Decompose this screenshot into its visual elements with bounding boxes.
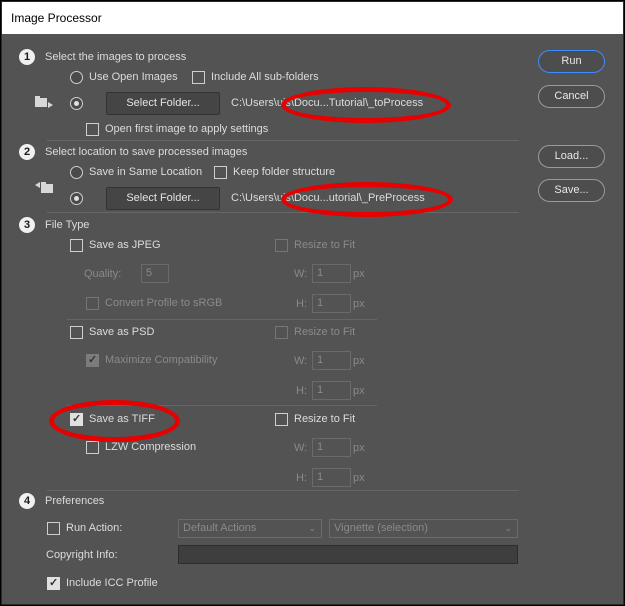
lzw-compression-checkbox[interactable]: [86, 441, 99, 454]
section-3-number: 3: [19, 217, 35, 233]
run-action-checkbox[interactable]: [47, 522, 60, 535]
folder-destination-icon: [35, 182, 53, 193]
psd-resize-to-fit-label: Resize to Fit: [294, 326, 356, 338]
convert-profile-label: Convert Profile to sRGB: [105, 297, 223, 309]
jpeg-quality-input[interactable]: 5: [141, 264, 169, 283]
run-button[interactable]: Run: [538, 50, 605, 73]
section-2-heading: Select location to save processed images: [45, 146, 248, 158]
lzw-compression-label: LZW Compression: [105, 441, 197, 453]
keep-folder-structure-label: Keep folder structure: [233, 166, 336, 178]
psd-width-input[interactable]: 1: [312, 351, 351, 370]
tiff-width-label: W:: [294, 442, 308, 454]
psd-resize-to-fit-checkbox[interactable]: [275, 326, 288, 339]
jpeg-height-unit: px: [353, 298, 365, 310]
select-source-folder-button[interactable]: Select Folder...: [106, 92, 220, 115]
annotation-ellipse: [49, 400, 180, 442]
image-processor-dialog: Image Processor 1 Select the images to p…: [1, 1, 624, 605]
copyright-input[interactable]: [178, 545, 518, 564]
tiff-height-label: H:: [296, 472, 307, 484]
divider: [47, 140, 519, 141]
maximize-compatibility-label: Maximize Compatibility: [105, 354, 218, 366]
folder-arrow-icon: [35, 96, 53, 108]
section-4-heading: Preferences: [45, 495, 105, 507]
chevron-down-icon: ⌄: [504, 523, 512, 533]
select-source-folder-radio[interactable]: [70, 97, 83, 110]
keep-folder-structure-checkbox[interactable]: [214, 166, 227, 179]
maximize-compatibility-checkbox[interactable]: [86, 353, 99, 367]
save-same-location-label: Save in Same Location: [89, 166, 203, 178]
section-3-heading: File Type: [45, 219, 90, 231]
jpeg-quality-label: Quality:: [84, 268, 122, 280]
include-icc-checkbox[interactable]: [47, 576, 60, 590]
run-action-label: Run Action:: [66, 522, 123, 534]
action-value: Vignette (selection): [334, 522, 428, 534]
divider: [47, 490, 519, 491]
jpeg-resize-to-fit-label: Resize to Fit: [294, 239, 356, 251]
convert-profile-checkbox[interactable]: [86, 297, 99, 310]
action-set-value: Default Actions: [183, 522, 257, 534]
psd-height-label: H:: [296, 385, 307, 397]
section-1-number: 1: [19, 49, 35, 65]
source-path-prefix: C:\Users\: [231, 97, 277, 109]
select-destination-folder-button[interactable]: Select Folder...: [106, 187, 220, 210]
jpeg-resize-to-fit-checkbox[interactable]: [275, 239, 288, 252]
divider: [47, 212, 519, 213]
tiff-resize-to-fit-label: Resize to Fit: [294, 413, 356, 425]
psd-height-input[interactable]: 1: [312, 381, 351, 400]
save-button[interactable]: Save...: [538, 179, 605, 202]
tiff-width-input[interactable]: 1: [312, 438, 351, 457]
jpeg-width-label: W:: [294, 268, 308, 280]
jpeg-width-input[interactable]: 1: [312, 264, 351, 283]
section-4-number: 4: [19, 493, 35, 509]
divider: [67, 319, 377, 320]
psd-width-label: W:: [294, 355, 308, 367]
chevron-down-icon: ⌄: [308, 523, 316, 533]
include-subfolders-checkbox[interactable]: [192, 71, 205, 84]
section-2-number: 2: [19, 144, 35, 160]
load-button[interactable]: Load...: [538, 145, 605, 168]
jpeg-height-label: H:: [296, 298, 307, 310]
destination-path-prefix: C:\Users\: [231, 192, 277, 204]
section-1-heading: Select the images to process: [45, 51, 187, 63]
tiff-height-unit: px: [353, 472, 365, 484]
include-subfolders-label: Include All sub-folders: [211, 71, 319, 83]
cancel-button[interactable]: Cancel: [538, 85, 605, 108]
open-first-image-label: Open first image to apply settings: [105, 123, 269, 135]
select-destination-folder-radio[interactable]: [70, 192, 83, 205]
psd-height-unit: px: [353, 385, 365, 397]
save-as-psd-checkbox[interactable]: [70, 326, 83, 339]
jpeg-width-unit: px: [353, 268, 365, 280]
save-as-psd-label: Save as PSD: [89, 326, 155, 338]
save-same-location-radio[interactable]: [70, 166, 83, 179]
annotation-ellipse: [281, 182, 453, 217]
tiff-height-input[interactable]: 1: [312, 468, 351, 487]
annotation-ellipse: [281, 87, 451, 123]
action-select[interactable]: Vignette (selection) ⌄: [329, 519, 518, 538]
title-bar: Image Processor: [2, 2, 623, 34]
action-set-select[interactable]: Default Actions ⌄: [178, 519, 322, 538]
copyright-label: Copyright Info:: [46, 549, 118, 561]
use-open-images-label: Use Open Images: [89, 71, 178, 83]
open-first-image-checkbox[interactable]: [86, 123, 99, 136]
include-icc-label: Include ICC Profile: [66, 577, 158, 589]
tiff-resize-to-fit-checkbox[interactable]: [275, 413, 288, 426]
window-title: Image Processor: [11, 11, 102, 25]
save-as-jpeg-checkbox[interactable]: [70, 239, 83, 252]
jpeg-height-input[interactable]: 1: [312, 294, 351, 313]
tiff-width-unit: px: [353, 442, 365, 454]
psd-width-unit: px: [353, 355, 365, 367]
use-open-images-radio[interactable]: [70, 71, 83, 84]
save-as-jpeg-label: Save as JPEG: [89, 239, 161, 251]
